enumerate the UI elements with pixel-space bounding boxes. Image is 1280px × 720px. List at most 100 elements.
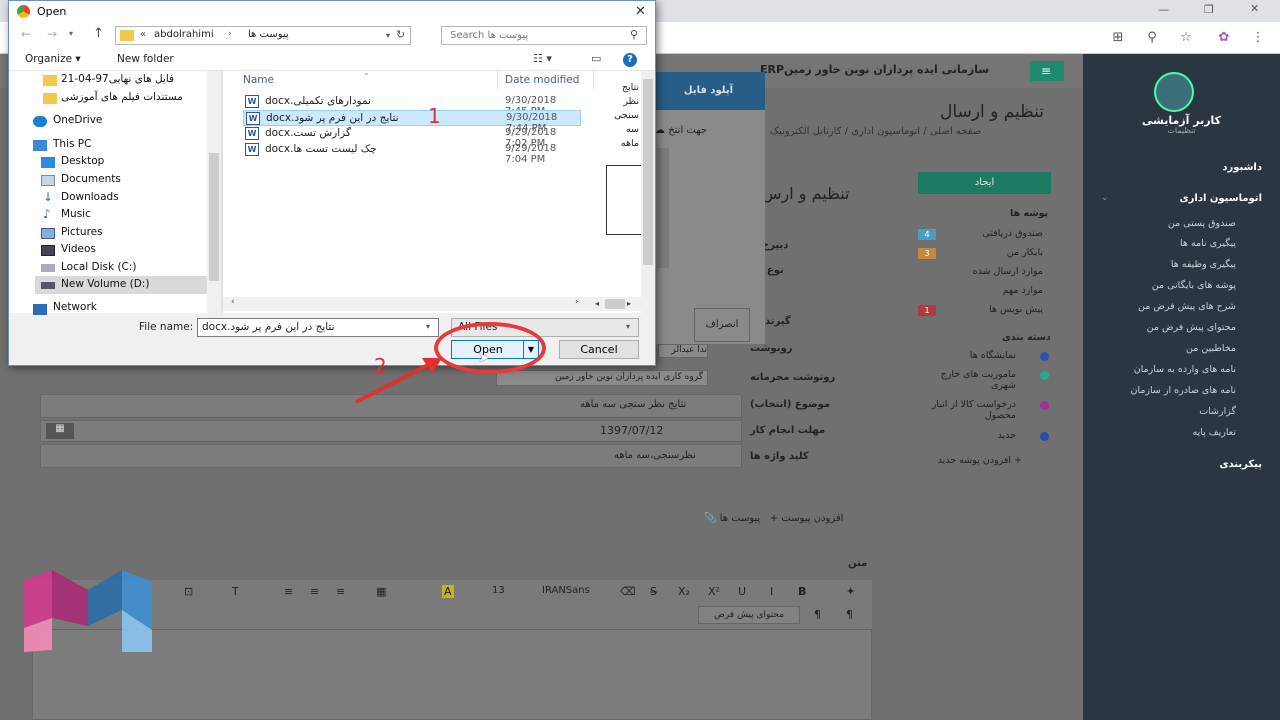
folder-inbox[interactable]: صندوق دریافتی xyxy=(982,228,1043,239)
vertical-scrollbar[interactable] xyxy=(641,71,655,313)
nav-scroll-thumb[interactable] xyxy=(209,153,219,281)
folder-drafts[interactable]: پیش نویس ها xyxy=(989,304,1043,315)
list-ordered-icon[interactable]: ≡ xyxy=(284,585,293,598)
address-bar[interactable]: « abdolrahimi › پیوست ها ▾ ↻ xyxy=(115,26,411,45)
extension-icon[interactable]: ✿ xyxy=(1216,30,1232,46)
image-icon[interactable]: ⊡ xyxy=(184,585,193,598)
search-input[interactable]: Search پیوست ها xyxy=(450,30,528,41)
category-item[interactable]: جدید xyxy=(998,430,1017,441)
sidebar-item-contacts[interactable]: مخاطبین من xyxy=(1186,343,1236,354)
minimize-icon[interactable]: — xyxy=(1158,3,1169,16)
sidebar-item-config[interactable]: پیکربندی xyxy=(1219,459,1262,470)
sidebar-item-incoming[interactable]: نامه های وارده به سازمان xyxy=(1134,364,1236,375)
folder-important[interactable]: موارد مهم xyxy=(1003,285,1043,296)
category-item[interactable]: ماموریت های خارج شهری xyxy=(921,369,1016,391)
nav-item-downloads[interactable]: Downloads xyxy=(61,191,119,203)
font-family-select[interactable]: IRANSans xyxy=(542,585,590,596)
breadcrumb-automation[interactable]: اتوماسیون اداری xyxy=(851,126,920,137)
ltr-icon[interactable]: ¶ xyxy=(846,608,853,621)
font-size-select[interactable]: 13 xyxy=(492,585,505,596)
nav-item-network[interactable]: Network xyxy=(53,301,97,313)
sidebar-item-outgoing[interactable]: نامه های صادره از سازمان xyxy=(1130,385,1236,396)
sidebar-item-archive[interactable]: پوشه های بایگانی من xyxy=(1152,280,1236,291)
nav-item-onedrive[interactable]: OneDrive xyxy=(53,114,102,126)
calendar-icon[interactable]: ▦ xyxy=(46,423,74,439)
new-folder-button[interactable]: New folder xyxy=(117,53,174,65)
align-icon[interactable]: ≡ xyxy=(336,585,345,598)
sidebar-item-mailbox[interactable]: صندوق پستی من xyxy=(1168,218,1236,229)
nav-item-desktop[interactable]: Desktop xyxy=(61,155,104,167)
add-folder-link[interactable]: + افزودن پوشه جدید xyxy=(938,455,1022,466)
column-header-date[interactable]: Date modified xyxy=(505,74,579,86)
search-icon[interactable]: ⚲ xyxy=(630,28,638,41)
nav-item-videos[interactable]: Videos xyxy=(61,243,96,255)
sidebar-item-base[interactable]: تعاریف پایه xyxy=(1193,427,1236,438)
scroll-right-icon[interactable]: › xyxy=(575,297,579,307)
path-segment[interactable]: پیوست ها xyxy=(248,29,289,40)
add-attachment-link[interactable]: افزودن پیوست xyxy=(781,513,843,524)
italic-icon[interactable]: I xyxy=(770,585,773,598)
zoom-icon[interactable]: ⚲ xyxy=(1144,30,1160,46)
star-icon[interactable]: ☆ xyxy=(1178,30,1194,46)
sidebar-item-tasks[interactable]: پیگیری وظیفه ها xyxy=(1171,259,1236,270)
horizontal-scrollbar[interactable]: ‹ › ◂ ▸ xyxy=(223,297,641,311)
bold-icon[interactable]: B xyxy=(798,585,806,598)
list-unordered-icon[interactable]: ≡ xyxy=(310,585,319,598)
nav-item-drive-c[interactable]: Local Disk (C:) xyxy=(61,261,137,273)
rtl-icon[interactable]: ¶ xyxy=(814,608,821,621)
folder-mine[interactable]: بایکار من xyxy=(1007,247,1043,258)
create-button[interactable]: ایجاد xyxy=(918,172,1051,194)
scroll-right-icon[interactable]: ▸ xyxy=(627,299,631,308)
sidebar-item-reports[interactable]: گزارشات xyxy=(1199,406,1236,417)
underline-icon[interactable]: U xyxy=(738,585,746,598)
nav-scrollbar[interactable] xyxy=(207,71,221,313)
sidebar-item-default-desc[interactable]: شرح های پیش فرض من xyxy=(1138,301,1236,312)
preview-pane-icon[interactable]: ▭ xyxy=(591,52,601,65)
nav-item-training[interactable]: مستندات فیلم های آموزشی xyxy=(61,91,183,103)
default-content-button[interactable]: محتوای پیش فرض xyxy=(698,606,800,624)
file-row[interactable]: W چک لیست تست ها.docx 9/29/2018 7:04 PM xyxy=(243,142,581,165)
scroll-left-icon[interactable]: ◂ xyxy=(595,299,599,308)
forward-icon[interactable]: → xyxy=(47,27,57,41)
chevron-down-icon[interactable]: ▾ xyxy=(386,31,390,40)
sidebar-toggle-button[interactable]: ≡ xyxy=(1030,61,1064,81)
superscript-icon[interactable]: X² xyxy=(708,585,720,598)
close-icon[interactable]: ✕ xyxy=(635,4,646,19)
help-icon[interactable]: ? xyxy=(623,53,637,67)
close-window-icon[interactable]: ✕ xyxy=(1250,2,1259,15)
search-box[interactable]: Search پیوست ها ⚲ xyxy=(441,26,647,45)
file-row[interactable]: W نمودارهای تکمیلی.docx 9/30/2018 7:45 P… xyxy=(243,94,581,117)
subscript-icon[interactable]: X₂ xyxy=(678,585,690,598)
v-scroll-thumb[interactable] xyxy=(643,79,653,265)
user-settings-link[interactable]: تنظیمات xyxy=(1083,126,1280,135)
back-icon[interactable]: ← xyxy=(21,27,31,41)
highlight-icon[interactable]: A xyxy=(442,585,454,598)
nav-item-pictures[interactable]: Pictures xyxy=(61,226,103,238)
breadcrumb-cartable[interactable]: کارتابل الکترونیک xyxy=(770,126,841,137)
file-row-selected[interactable]: W نتایج در این فرم پر شود.docx 9/30/2018… xyxy=(243,110,581,134)
chevron-down-icon[interactable]: ▾ xyxy=(426,322,430,331)
sidebar-item-dashboard[interactable]: داشبورد xyxy=(1222,162,1262,173)
breadcrumb-home[interactable]: صفحه اصلی xyxy=(930,126,981,137)
path-overflow[interactable]: « xyxy=(140,29,146,40)
nav-item-music[interactable]: Music xyxy=(61,208,91,220)
magic-icon[interactable]: ✦ xyxy=(846,585,855,598)
category-item[interactable]: نمایشگاه ها xyxy=(970,350,1016,361)
filename-input[interactable]: نتایج در این فرم پر شود.docx ▾ xyxy=(197,318,439,337)
path-segment[interactable]: abdolrahimi xyxy=(154,29,214,40)
restore-icon[interactable]: ❐ xyxy=(1204,3,1214,16)
table-icon[interactable]: ▦ xyxy=(376,585,386,598)
nav-item-drive-d[interactable]: New Volume (D:) xyxy=(61,278,149,290)
translate-icon[interactable]: ⊞ xyxy=(1110,30,1126,46)
view-icon[interactable]: ☷ ▾ xyxy=(533,52,552,65)
cancel-button[interactable]: Cancel xyxy=(559,340,639,359)
eraser-icon[interactable]: ⌫ xyxy=(620,585,636,598)
nav-item-this-pc[interactable]: This PC xyxy=(53,138,91,150)
up-icon[interactable]: ↑ xyxy=(93,26,104,41)
nav-item-documents[interactable]: Documents xyxy=(61,173,121,185)
sidebar-item-default-content[interactable]: محتوای پیش فرض من xyxy=(1147,322,1236,333)
cc-chip[interactable]: گروه کاری ایده پردازان نوین خاور زمین xyxy=(496,370,708,386)
cc-chip[interactable]: ندا عبدالر xyxy=(658,344,708,358)
h-scroll-thumb[interactable] xyxy=(605,299,625,309)
upload-cancel-button[interactable]: انصراف xyxy=(694,308,750,342)
